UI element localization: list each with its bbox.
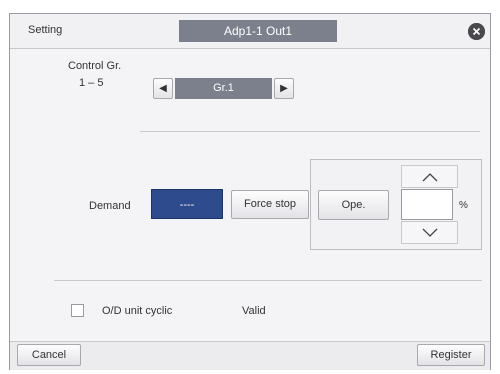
triangle-left-icon: ◀ — [159, 83, 167, 94]
chevron-down-icon — [422, 228, 437, 237]
group-next-button[interactable]: ▶ — [274, 78, 294, 99]
control-group-label: Control Gr. — [68, 60, 122, 72]
demand-label: Demand — [89, 200, 131, 212]
demand-value-button[interactable]: ---- — [151, 189, 223, 219]
force-stop-button[interactable]: Force stop — [231, 190, 309, 219]
divider — [140, 131, 480, 132]
chevron-up-icon — [422, 173, 437, 182]
percent-unit: % — [459, 200, 468, 211]
adapter-output-tab[interactable]: Adp1-1 Out1 — [179, 20, 337, 42]
percent-up-button[interactable] — [401, 165, 458, 188]
dialog-label: Setting — [28, 24, 63, 36]
ope-button[interactable]: Ope. — [318, 190, 389, 220]
settings-dialog: Setting Adp1-1 Out1 Control Gr. 1 – 5 ◀ … — [9, 13, 491, 370]
titlebar: Setting Adp1-1 Out1 — [10, 14, 490, 49]
group-prev-button[interactable]: ◀ — [153, 78, 173, 99]
od-unit-cyclic-checkbox[interactable] — [71, 304, 84, 317]
control-group-range: 1 – 5 — [79, 77, 104, 89]
percent-input[interactable] — [401, 189, 453, 220]
cancel-button[interactable]: Cancel — [17, 344, 81, 366]
close-icon-glyph — [468, 23, 485, 40]
od-unit-cyclic-label: O/D unit cyclic — [102, 305, 173, 317]
divider — [54, 280, 482, 281]
register-button[interactable]: Register — [417, 344, 485, 366]
cyclic-status: Valid — [242, 305, 266, 317]
group-value: Gr.1 — [175, 78, 272, 99]
percent-down-button[interactable] — [401, 221, 458, 244]
close-icon[interactable] — [468, 23, 485, 40]
triangle-right-icon: ▶ — [280, 83, 288, 94]
